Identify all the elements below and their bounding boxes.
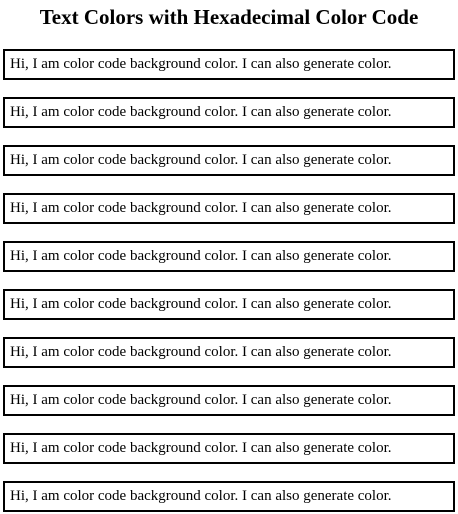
color-box-5: Hi, I am color code background color. I … [3,241,455,272]
page-title: Text Colors with Hexadecimal Color Code [39,5,419,29]
color-box-2: Hi, I am color code background color. I … [3,97,455,128]
color-box-10: Hi, I am color code background color. I … [3,481,455,512]
color-box-1: Hi, I am color code background color. I … [3,49,455,80]
color-box-4: Hi, I am color code background color. I … [3,193,455,224]
color-box-8: Hi, I am color code background color. I … [3,385,455,416]
color-box-7: Hi, I am color code background color. I … [3,337,455,368]
color-box-3: Hi, I am color code background color. I … [3,145,455,176]
color-box-list: Hi, I am color code background color. I … [3,49,455,512]
color-box-6: Hi, I am color code background color. I … [3,289,455,320]
color-box-9: Hi, I am color code background color. I … [3,433,455,464]
